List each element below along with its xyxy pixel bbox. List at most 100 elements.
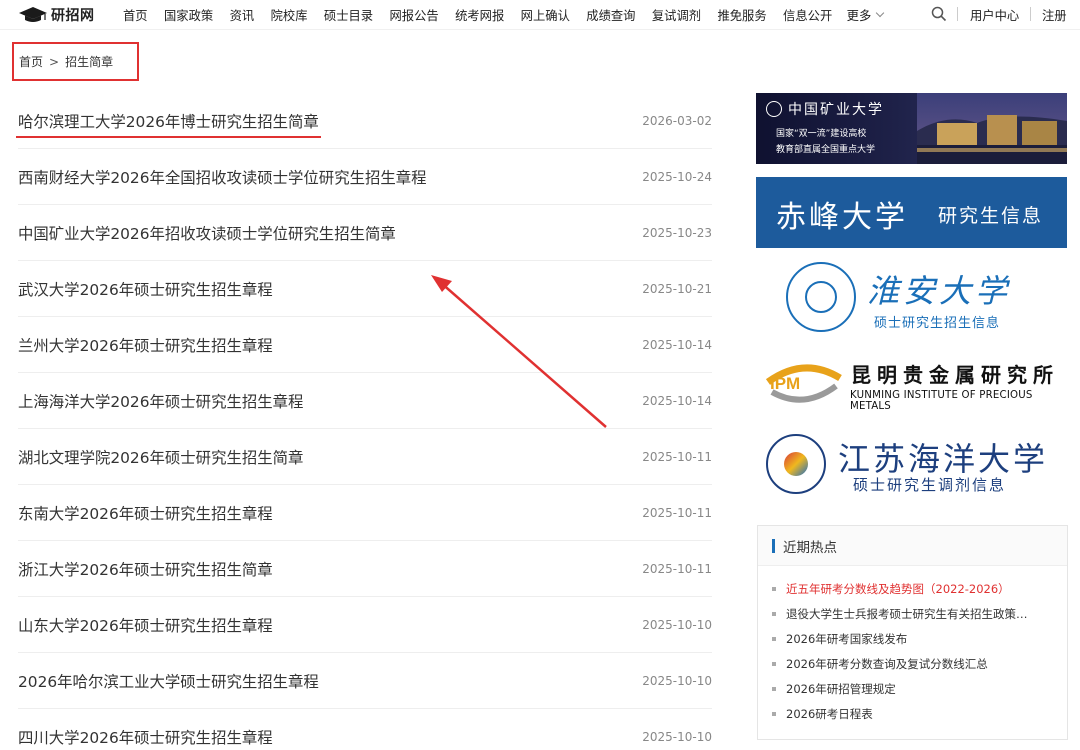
list-item[interactable]: 哈尔滨理工大学2026年博士研究生招生简章 2026-03-02: [16, 93, 712, 149]
article-title[interactable]: 上海海洋大学2026年硕士研究生招生章程: [18, 390, 303, 412]
article-title[interactable]: 武汉大学2026年硕士研究生招生章程: [18, 278, 273, 300]
bullet-icon: [772, 686, 776, 691]
list-item[interactable]: 2026年研考分数查询及复试分数线汇总: [772, 651, 1067, 676]
article-date: 2025-10-10: [642, 617, 712, 632]
list-item[interactable]: 中国矿业大学2026年招收攻读硕士学位研究生招生简章 2025-10-23: [18, 205, 712, 261]
header-accent-bar: [772, 538, 775, 553]
bullet-icon: [772, 611, 776, 616]
list-item[interactable]: 山东大学2026年硕士研究生招生章程 2025-10-10: [18, 597, 712, 653]
banner-chifeng[interactable]: 赤峰大学 研究生信息: [756, 177, 1067, 248]
hot-item-text[interactable]: 退役大学生士兵报考硕士研究生有关招生政策…: [786, 606, 1050, 622]
university-seal-icon: [766, 434, 826, 494]
nav-item-news[interactable]: 资讯: [230, 6, 255, 24]
ipm-logo-text: IPM: [770, 374, 800, 393]
hot-item-text[interactable]: 2026年研考分数查询及复试分数线汇总: [786, 656, 1050, 672]
article-title[interactable]: 东南大学2026年硕士研究生招生章程: [18, 502, 273, 524]
article-list: 哈尔滨理工大学2026年博士研究生招生简章 2026-03-02 西南财经大学2…: [16, 93, 712, 750]
article-date: 2025-10-14: [642, 337, 712, 352]
banner-ipm-english: KUNMING INSTITUTE OF PRECIOUS METALS: [850, 390, 1033, 410]
banner-cumt-name: 中国矿业大学: [788, 102, 884, 118]
site-name: 研招网: [51, 7, 95, 24]
article-date: 2025-10-10: [642, 729, 712, 744]
bullet-icon: [772, 661, 776, 666]
banner-jiangsu[interactable]: 江苏海洋大学 硕士研究生调剂信息: [756, 428, 1067, 498]
banner-ipm-title: 昆明贵金属研究所: [851, 363, 1059, 387]
list-item[interactable]: 2026年研考国家线发布: [772, 626, 1067, 651]
article-date: 2025-10-10: [642, 673, 712, 688]
article-title[interactable]: 浙江大学2026年硕士研究生招生简章: [18, 558, 273, 580]
hot-item-text[interactable]: 2026年研考国家线发布: [786, 631, 1050, 647]
hot-topics-panel: 近期热点 近五年研考分数线及趋势图（2022-2026） 退役大学生士兵报考硕士…: [757, 525, 1068, 740]
article-title[interactable]: 中国矿业大学2026年招收攻读硕士学位研究生招生简章: [18, 222, 396, 244]
breadcrumb-current: 招生简章: [65, 55, 114, 69]
article-title[interactable]: 兰州大学2026年硕士研究生招生章程: [18, 334, 273, 356]
list-item[interactable]: 武汉大学2026年硕士研究生招生章程 2025-10-21: [18, 261, 712, 317]
hot-item-text[interactable]: 近五年研考分数线及趋势图（2022-2026）: [786, 581, 1050, 597]
nav-item-registration[interactable]: 统考网报: [455, 6, 504, 24]
hot-item-text[interactable]: 2026研考日程表: [786, 706, 1050, 722]
nav-item-catalog[interactable]: 硕士目录: [324, 6, 373, 24]
nav-list: 首页 国家政策 资讯 院校库 硕士目录 网报公告 统考网报 网上确认 成绩查询 …: [123, 6, 885, 24]
user-center-link[interactable]: 用户中心: [970, 6, 1019, 24]
list-item[interactable]: 2026年研招管理规定: [772, 676, 1067, 701]
nav-item-policy[interactable]: 国家政策: [164, 6, 213, 24]
hot-item-text[interactable]: 2026年研招管理规定: [786, 681, 1050, 697]
banner-jiangsu-subtitle: 硕士研究生调剂信息: [853, 476, 1007, 494]
banner-huaian-subtitle: 硕士研究生招生信息: [874, 316, 1001, 331]
nav-more[interactable]: 更多: [846, 6, 885, 24]
banner-cumt[interactable]: 中国矿业大学 国家“双一流”建设高校 教育部直属全国重点大学: [756, 93, 1067, 164]
banner-huaian[interactable]: 淮安大学 硕士研究生招生信息: [756, 260, 1067, 332]
list-item[interactable]: 西南财经大学2026年全国招收攻读硕士学位研究生招生章程 2025-10-24: [18, 149, 712, 205]
article-date: 2025-10-11: [642, 561, 712, 576]
banner-cumt-line1: 国家“双一流”建设高校: [776, 129, 867, 139]
hot-topics-header: 近期热点: [758, 526, 1067, 566]
list-item[interactable]: 四川大学2026年硕士研究生招生章程 2025-10-10: [18, 709, 712, 750]
article-title[interactable]: 山东大学2026年硕士研究生招生章程: [18, 614, 273, 636]
article-date: 2025-10-14: [642, 393, 712, 408]
hot-topics-list: 近五年研考分数线及趋势图（2022-2026） 退役大学生士兵报考硕士研究生有关…: [758, 566, 1067, 726]
nav-item-scores[interactable]: 成绩查询: [586, 6, 635, 24]
ipm-logo-icon: IPM: [765, 364, 842, 403]
nav-item-recommend[interactable]: 推免服务: [717, 6, 766, 24]
article-date: 2025-10-11: [642, 449, 712, 464]
university-emblem-icon: [766, 101, 782, 117]
article-title[interactable]: 哈尔滨理工大学2026年博士研究生招生简章: [16, 110, 321, 138]
article-date: 2025-10-24: [642, 169, 712, 184]
university-seal-icon: [786, 262, 856, 332]
banner-huaian-title: 淮安大学: [867, 272, 1012, 310]
article-title[interactable]: 西南财经大学2026年全国招收攻读硕士学位研究生招生章程: [18, 166, 427, 188]
bullet-icon: [772, 586, 776, 591]
register-link[interactable]: 注册: [1042, 6, 1067, 24]
list-item[interactable]: 近五年研考分数线及趋势图（2022-2026）: [772, 576, 1067, 601]
list-item[interactable]: 上海海洋大学2026年硕士研究生招生章程 2025-10-14: [18, 373, 712, 429]
nav-item-disclosure[interactable]: 信息公开: [783, 6, 832, 24]
nav-item-schools[interactable]: 院校库: [271, 6, 308, 24]
article-title[interactable]: 2026年哈尔滨工业大学硕士研究生招生章程: [18, 670, 319, 692]
banner-chifeng-subtitle: 研究生信息: [938, 205, 1044, 227]
search-icon[interactable]: [931, 6, 947, 22]
banner-ipm[interactable]: IPM 昆明贵金属研究所 KUNMING INSTITUTE OF PRECIO…: [756, 352, 1067, 410]
article-title[interactable]: 湖北文理学院2026年硕士研究生招生简章: [18, 446, 303, 468]
article-title[interactable]: 四川大学2026年硕士研究生招生章程: [18, 726, 273, 748]
list-item[interactable]: 浙江大学2026年硕士研究生招生简章 2025-10-11: [18, 541, 712, 597]
nav-divider: [1030, 7, 1031, 21]
article-date: 2025-10-23: [642, 225, 712, 240]
list-item[interactable]: 湖北文理学院2026年硕士研究生招生简章 2025-10-11: [18, 429, 712, 485]
breadcrumb-home[interactable]: 首页: [19, 53, 43, 70]
nav-item-announcements[interactable]: 网报公告: [389, 6, 438, 24]
article-date: 2026-03-02: [642, 113, 712, 128]
list-item[interactable]: 兰州大学2026年硕士研究生招生章程 2025-10-14: [18, 317, 712, 373]
nav-more-label: 更多: [846, 8, 872, 23]
site-logo[interactable]: 研招网: [18, 5, 110, 25]
nav-item-adjustment[interactable]: 复试调剂: [652, 6, 701, 24]
list-item[interactable]: 东南大学2026年硕士研究生招生章程 2025-10-11: [18, 485, 712, 541]
banner-chifeng-title: 赤峰大学: [776, 200, 908, 235]
list-item[interactable]: 退役大学生士兵报考硕士研究生有关招生政策…: [772, 601, 1067, 626]
list-item[interactable]: 2026研考日程表: [772, 701, 1067, 726]
breadcrumb-separator: >: [49, 54, 60, 69]
chevron-down-icon: [876, 8, 885, 18]
campus-photo: [917, 93, 1067, 164]
list-item[interactable]: 2026年哈尔滨工业大学硕士研究生招生章程 2025-10-10: [18, 653, 712, 709]
nav-item-home[interactable]: 首页: [123, 6, 148, 24]
nav-item-confirm[interactable]: 网上确认: [521, 6, 570, 24]
